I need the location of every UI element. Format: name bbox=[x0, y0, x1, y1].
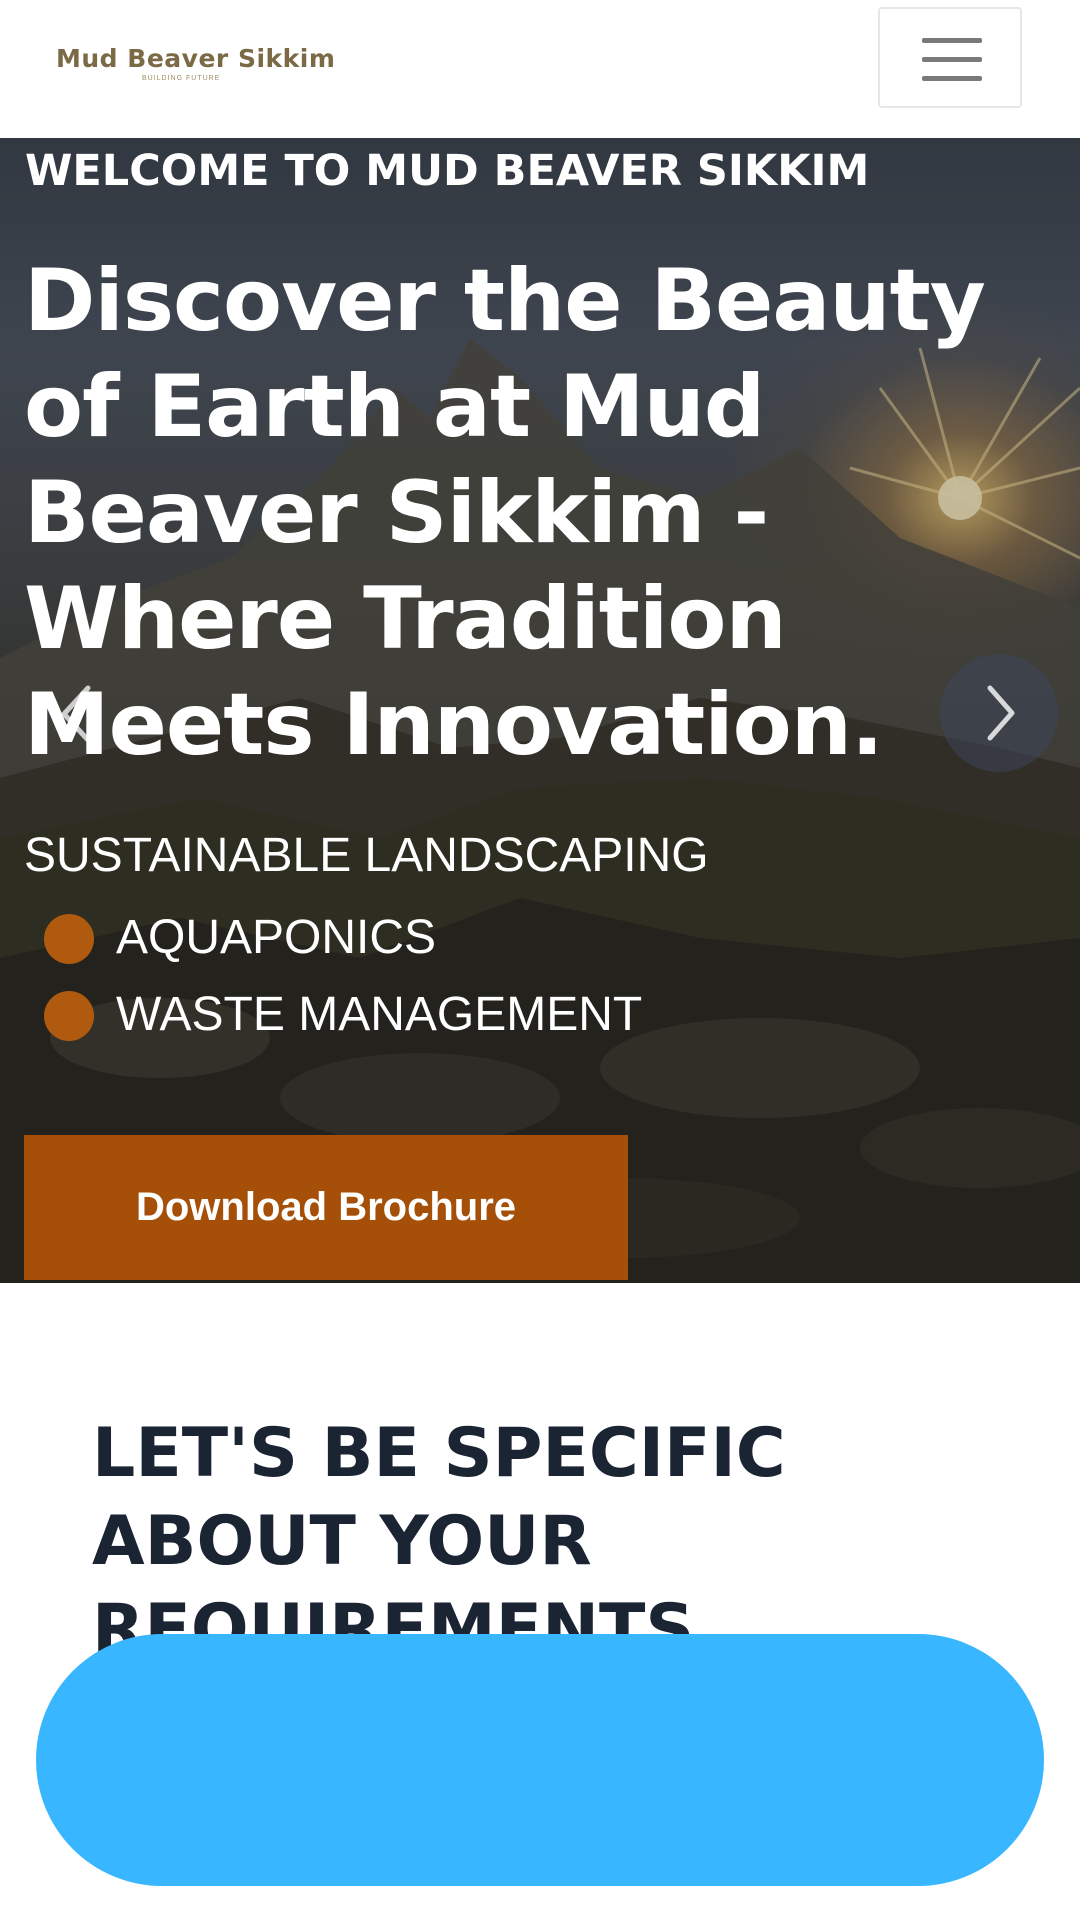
carousel-prev-button[interactable] bbox=[30, 658, 130, 770]
hero-headline: Discover the Beauty of Earth at Mud Beav… bbox=[24, 251, 986, 775]
chevron-left-icon bbox=[61, 685, 91, 743]
service-label: WASTE MANAGEMENT bbox=[116, 988, 643, 1041]
carousel-next-button[interactable] bbox=[940, 654, 1058, 772]
site-header: Mud Beaver Sikkim BUILDING FUTURE bbox=[0, 0, 1080, 138]
chevron-right-icon bbox=[987, 685, 1015, 741]
menu-toggle-button[interactable] bbox=[878, 7, 1022, 108]
hero-carousel: WELCOME TO MUD BEAVER SIKKIM Discover th… bbox=[0, 138, 1080, 1283]
logo-title: Mud Beaver Sikkim bbox=[56, 44, 336, 73]
services-title: SUSTAINABLE LANDSCAPING bbox=[24, 829, 709, 882]
service-label: AQUAPONICS bbox=[116, 911, 437, 964]
hero-eyebrow: WELCOME TO MUD BEAVER SIKKIM bbox=[25, 146, 870, 196]
bullet-dot-icon bbox=[44, 991, 94, 1041]
requirements-cta-button[interactable] bbox=[36, 1634, 1044, 1886]
bullet-dot-icon bbox=[44, 914, 94, 964]
logo-tagline: BUILDING FUTURE bbox=[142, 75, 221, 82]
site-logo[interactable]: Mud Beaver Sikkim BUILDING FUTURE bbox=[56, 44, 335, 94]
download-brochure-button[interactable]: Download Brochure bbox=[24, 1135, 628, 1280]
